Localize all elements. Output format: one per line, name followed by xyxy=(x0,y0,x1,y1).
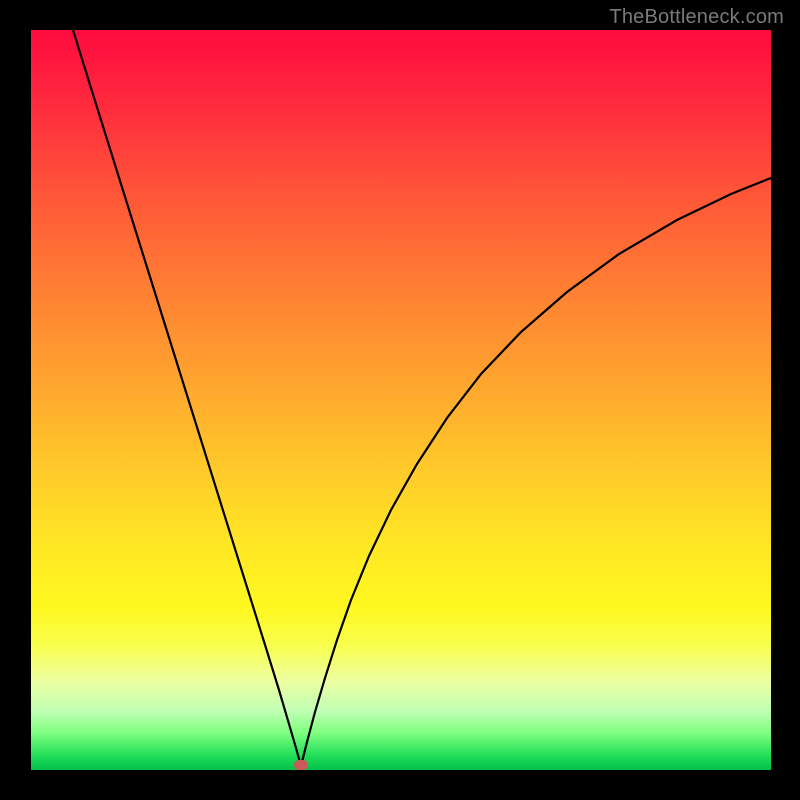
curve-left-branch xyxy=(73,30,301,766)
watermark-text: TheBottleneck.com xyxy=(609,6,784,29)
chart-frame: TheBottleneck.com xyxy=(0,0,800,800)
curve-right-branch xyxy=(301,178,771,766)
bottleneck-curve xyxy=(31,30,771,770)
plot-area xyxy=(31,30,771,770)
optimal-point-marker xyxy=(294,760,308,770)
